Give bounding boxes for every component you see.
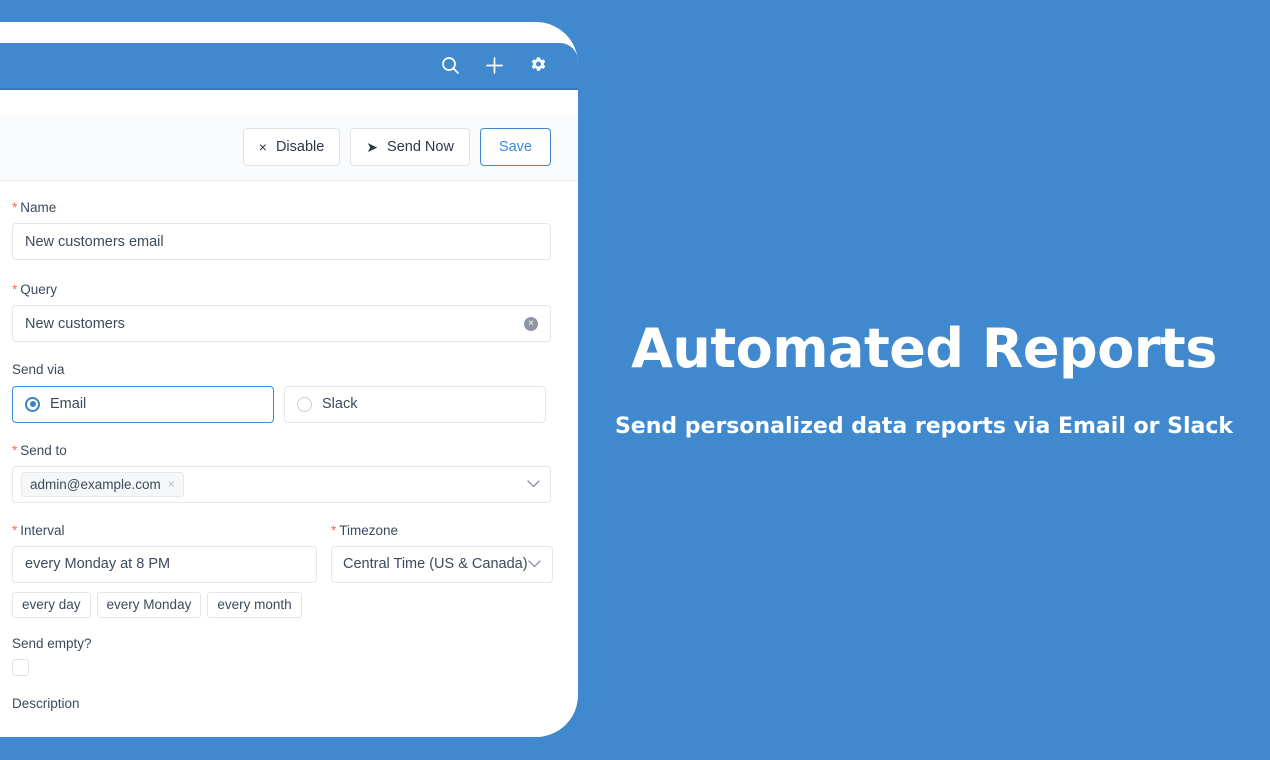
interval-quick-every-monday[interactable]: every Monday — [96, 591, 202, 618]
interval-quick-options: every day every Monday every month — [12, 591, 317, 618]
send-empty-label: Send empty? — [12, 635, 92, 651]
radio-unselected-icon — [297, 396, 312, 412]
field-interval: * Interval every Monday at 8 PM every day… — [12, 523, 317, 618]
radio-option-slack-label: Slack — [322, 396, 358, 413]
interval-input-value: every Monday at 8 PM — [25, 556, 171, 573]
chevron-down-icon — [527, 475, 540, 493]
report-form: * Name New customers email * Query New cus… — [0, 182, 578, 737]
required-asterisk: * — [12, 522, 18, 538]
interval-quick-every-month[interactable]: every month — [207, 591, 302, 618]
radio-option-email-label: Email — [50, 396, 87, 413]
query-input-value: New customers — [25, 315, 125, 332]
required-asterisk: * — [331, 522, 337, 538]
send-now-button[interactable]: ➤ Send Now — [350, 127, 470, 166]
name-input-value: New customers email — [25, 233, 164, 250]
interval-timezone-row: * Interval every Monday at 8 PM every day… — [12, 523, 553, 618]
save-button-label: Save — [498, 138, 532, 155]
promo-title: Automated Reports — [631, 317, 1217, 380]
send-to-label: * Send to — [12, 442, 67, 458]
required-asterisk: * — [12, 200, 18, 215]
remove-tag-icon[interactable]: × — [168, 477, 175, 491]
radio-selected-icon — [25, 396, 40, 412]
name-input[interactable]: New customers email — [12, 223, 551, 261]
interval-quick-every-day[interactable]: every day — [12, 591, 91, 618]
send-icon: ➤ — [366, 138, 379, 155]
field-description: Description — [12, 696, 551, 712]
chevron-down-icon — [528, 556, 541, 572]
field-send-empty: Send empty? — [12, 635, 551, 677]
field-send-via: Send via Email Slack — [12, 362, 551, 423]
search-icon[interactable] — [428, 44, 472, 88]
timezone-label: * Timezone — [331, 522, 399, 538]
app-window-card: × Disable ➤ Send Now Save * Name New cust… — [0, 22, 578, 737]
radio-option-email[interactable]: Email — [12, 385, 274, 423]
action-toolbar: × Disable ➤ Send Now Save — [0, 113, 578, 181]
query-label: * Query — [12, 282, 58, 298]
query-input[interactable]: New customers × — [12, 305, 551, 343]
interval-label: * Interval — [12, 522, 65, 538]
app-window-content: × Disable ➤ Send Now Save * Name New cust… — [0, 22, 578, 737]
name-label: * Name — [12, 200, 57, 215]
promo-subtitle: Send personalized data reports via Email… — [614, 414, 1234, 439]
recipient-tag: admin@example.com × — [21, 471, 184, 497]
send-empty-checkbox[interactable] — [12, 659, 29, 677]
timezone-select-value: Central Time (US & Canada) — [343, 556, 528, 573]
field-send-to: * Send to admin@example.com × — [12, 443, 551, 503]
field-timezone: * Timezone Central Time (US & Canada) — [331, 523, 553, 618]
disable-button-label: Disable — [275, 138, 325, 155]
required-asterisk: * — [12, 282, 18, 298]
recipient-tag-label: admin@example.com — [30, 476, 161, 492]
interval-input[interactable]: every Monday at 8 PM — [12, 545, 317, 583]
save-button[interactable]: Save — [479, 127, 551, 166]
field-name: * Name New customers email — [12, 200, 551, 261]
field-query: * Query New customers × — [12, 282, 551, 343]
send-now-button-label: Send Now — [387, 138, 454, 155]
gear-icon[interactable] — [516, 44, 560, 88]
clear-query-icon[interactable]: × — [524, 316, 538, 331]
promo-panel: Automated Reports Send personalized data… — [578, 0, 1270, 760]
send-via-label: Send via — [12, 362, 65, 378]
send-to-select[interactable]: admin@example.com × — [12, 465, 551, 503]
description-label: Description — [12, 696, 80, 712]
app-header-bar — [0, 43, 578, 90]
timezone-select[interactable]: Central Time (US & Canada) — [331, 545, 553, 583]
close-icon: × — [258, 138, 267, 155]
plus-icon[interactable] — [472, 44, 516, 88]
required-asterisk: * — [12, 442, 18, 458]
radio-option-slack[interactable]: Slack — [284, 385, 546, 423]
disable-button[interactable]: × Disable — [242, 127, 341, 166]
send-via-radio-group: Email Slack — [12, 385, 551, 423]
